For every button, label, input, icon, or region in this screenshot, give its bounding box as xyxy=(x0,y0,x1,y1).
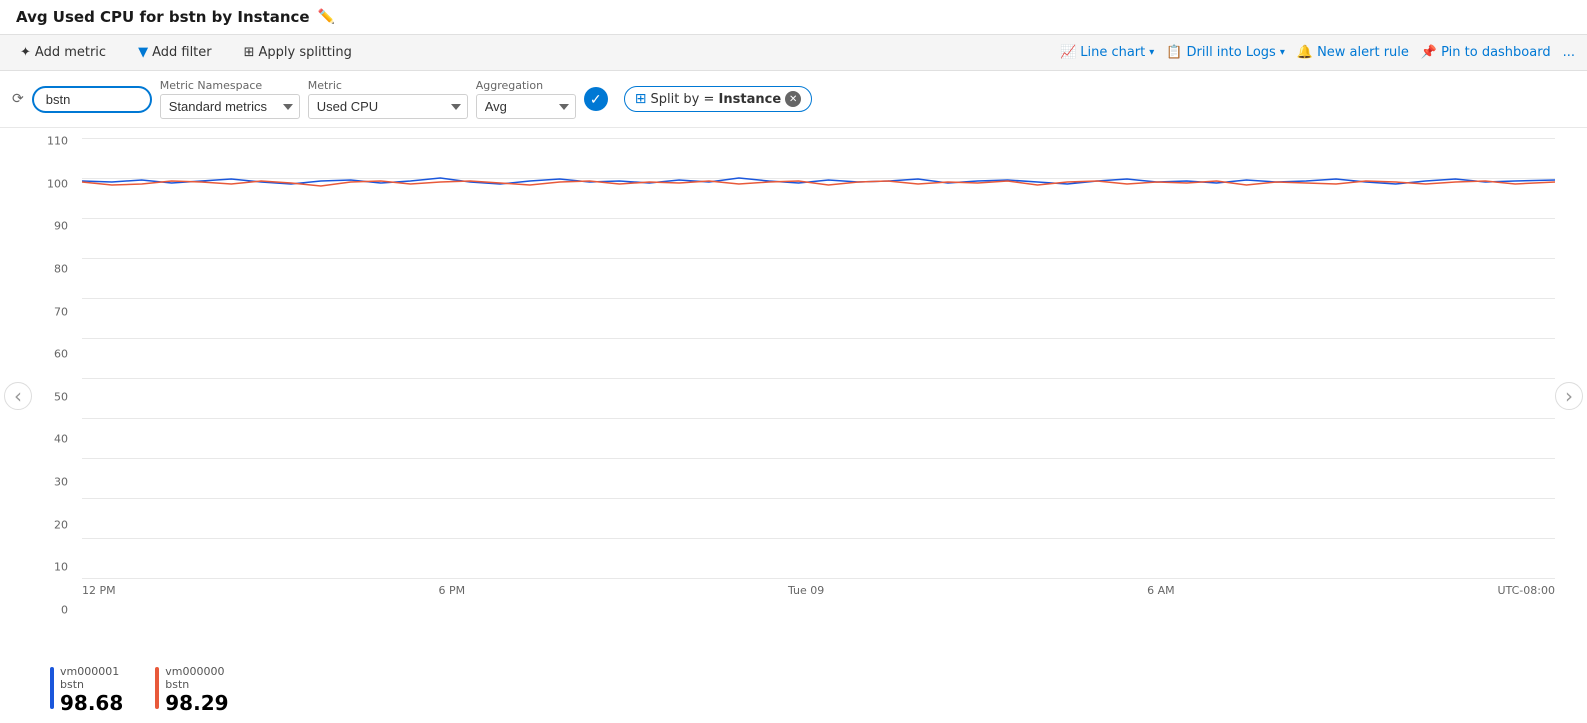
y-label-90: 90 xyxy=(54,220,68,233)
toolbar: ✦ Add metric ▼ Add filter ⊞ Apply splitt… xyxy=(0,35,1587,71)
y-label-110: 110 xyxy=(47,135,68,148)
scope-group xyxy=(32,86,152,113)
grid-line-0 xyxy=(82,578,1555,579)
legend: vm000001 bstn 98.68 vm000000 bstn 98.29 xyxy=(0,657,1587,723)
legend-instance-1: vm000000 xyxy=(165,665,228,678)
legend-value-1: 98.29 xyxy=(165,691,228,715)
x-axis: 12 PM 6 PM Tue 09 6 AM UTC-08:00 xyxy=(82,578,1555,597)
legend-item-0: vm000001 bstn 98.68 xyxy=(50,665,123,715)
pin-icon: 📌 xyxy=(1421,45,1437,60)
drill-logs-icon: 📋 xyxy=(1166,45,1182,60)
split-value: Instance xyxy=(719,92,782,107)
legend-color-0 xyxy=(50,667,54,709)
legend-item-1: vm000000 bstn 98.29 xyxy=(155,665,228,715)
add-filter-button[interactable]: ▼ Add filter xyxy=(130,41,220,64)
add-metric-icon: ✦ xyxy=(20,45,31,60)
legend-info-1: vm000000 bstn 98.29 xyxy=(165,665,228,715)
confirm-button[interactable]: ✓ xyxy=(584,87,608,111)
apply-splitting-button[interactable]: ⊞ Apply splitting xyxy=(236,41,360,64)
split-by-text: Split by = Instance xyxy=(650,92,781,107)
x-label-utc: UTC-08:00 xyxy=(1498,584,1555,597)
chart-container: 110 100 90 80 70 60 50 40 30 20 10 0 xyxy=(16,128,1571,657)
legend-info-0: vm000001 bstn 98.68 xyxy=(60,665,123,715)
y-axis: 110 100 90 80 70 60 50 40 30 20 10 0 xyxy=(32,128,72,597)
y-label-10: 10 xyxy=(54,561,68,574)
metric-label: Metric xyxy=(308,79,468,92)
y-label-70: 70 xyxy=(54,305,68,318)
legend-color-1 xyxy=(155,667,159,709)
split-close-button[interactable]: ✕ xyxy=(785,91,801,107)
split-badge: ⊞ Split by = Instance ✕ xyxy=(624,86,812,112)
new-alert-label: New alert rule xyxy=(1317,45,1409,60)
y-label-80: 80 xyxy=(54,262,68,275)
edit-icon[interactable]: ✏️ xyxy=(318,9,335,25)
filter-icon: ▼ xyxy=(138,45,148,60)
chart-area xyxy=(82,138,1555,578)
x-label-6am: 6 AM xyxy=(1147,584,1175,597)
more-button[interactable]: ... xyxy=(1563,45,1575,60)
aggregation-select[interactable]: Avg xyxy=(476,94,576,119)
x-label-6pm: 6 PM xyxy=(438,584,465,597)
chart-wrapper: ‹ › 110 100 90 80 70 60 50 40 30 20 10 0 xyxy=(0,128,1587,723)
metric-select[interactable]: Used CPU xyxy=(308,94,468,119)
y-label-20: 20 xyxy=(54,518,68,531)
drill-logs-label: Drill into Logs xyxy=(1186,45,1275,60)
line-chart-label: Line chart xyxy=(1080,45,1145,60)
legend-value-0: 98.68 xyxy=(60,691,123,715)
y-label-40: 40 xyxy=(54,433,68,446)
line-chart-chevron: ▾ xyxy=(1149,47,1154,58)
line-chart-button[interactable]: 📈 Line chart ▾ xyxy=(1060,45,1154,60)
more-label: ... xyxy=(1563,45,1575,60)
x-label-tue09: Tue 09 xyxy=(788,584,824,597)
namespace-label: Metric Namespace xyxy=(160,79,300,92)
alert-icon: 🔔 xyxy=(1297,45,1313,60)
x-label-12pm: 12 PM xyxy=(82,584,116,597)
y-label-0: 0 xyxy=(61,604,68,617)
toolbar-right: 📈 Line chart ▾ 📋 Drill into Logs ▾ 🔔 New… xyxy=(1060,45,1575,60)
split-badge-icon: ⊞ xyxy=(635,91,647,107)
y-label-30: 30 xyxy=(54,476,68,489)
add-metric-label: Add metric xyxy=(35,45,106,60)
pin-dashboard-label: Pin to dashboard xyxy=(1441,45,1551,60)
line-chart-icon: 📈 xyxy=(1060,45,1076,60)
legend-scope-1: bstn xyxy=(165,678,228,691)
aggregation-group: Aggregation Avg xyxy=(476,79,576,119)
pin-dashboard-button[interactable]: 📌 Pin to dashboard xyxy=(1421,45,1551,60)
namespace-group: Metric Namespace Standard metrics xyxy=(160,79,300,119)
add-metric-button[interactable]: ✦ Add metric xyxy=(12,41,114,64)
page-title: Avg Used CPU for bstn by Instance xyxy=(16,8,310,26)
title-bar: Avg Used CPU for bstn by Instance ✏️ xyxy=(0,0,1587,35)
split-icon: ⊞ xyxy=(244,45,255,60)
y-label-50: 50 xyxy=(54,390,68,403)
scope-input[interactable] xyxy=(32,86,152,113)
apply-splitting-label: Apply splitting xyxy=(259,45,352,60)
drill-logs-button[interactable]: 📋 Drill into Logs ▾ xyxy=(1166,45,1285,60)
scope-icon: ⟳ xyxy=(12,91,24,107)
new-alert-button[interactable]: 🔔 New alert rule xyxy=(1297,45,1409,60)
nav-right-button[interactable]: › xyxy=(1555,382,1583,410)
namespace-select[interactable]: Standard metrics xyxy=(160,94,300,119)
nav-left-button[interactable]: ‹ xyxy=(4,382,32,410)
metric-row: ⟳ Metric Namespace Standard metrics Metr… xyxy=(0,71,1587,128)
aggregation-label: Aggregation xyxy=(476,79,576,92)
y-label-60: 60 xyxy=(54,348,68,361)
add-filter-label: Add filter xyxy=(152,45,212,60)
metric-group: Metric Used CPU xyxy=(308,79,468,119)
y-label-100: 100 xyxy=(47,177,68,190)
chart-svg xyxy=(82,138,1555,578)
drill-logs-chevron: ▾ xyxy=(1280,47,1285,58)
legend-instance-0: vm000001 xyxy=(60,665,123,678)
legend-scope-0: bstn xyxy=(60,678,123,691)
